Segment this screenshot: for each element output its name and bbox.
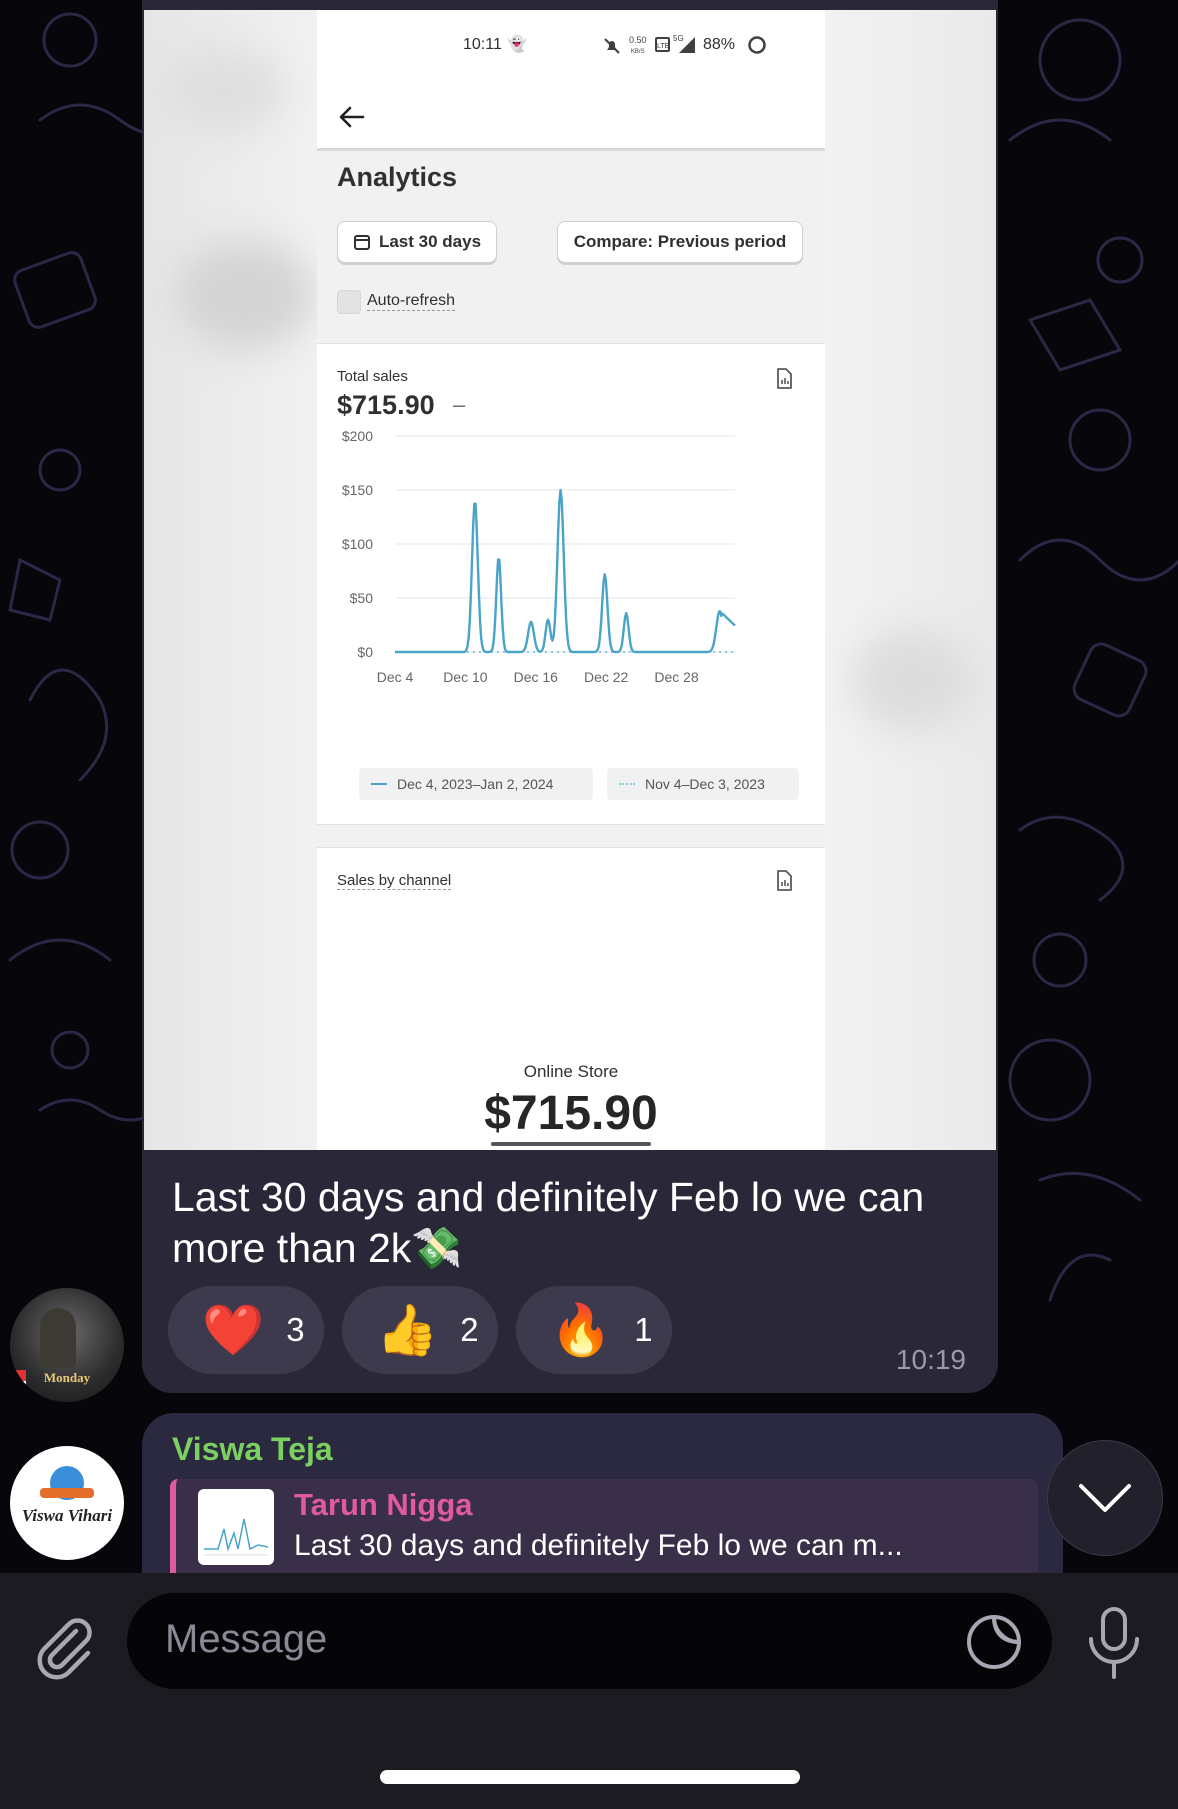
avatar-label: Monday [43,1370,91,1385]
avatar-figure [40,1308,76,1368]
sticker-icon[interactable] [965,1613,1023,1671]
message-composer: Message [0,1573,1178,1809]
image-blur-right [823,10,996,1150]
sales-by-channel-card: Sales by channel Online Store $715.90 [317,847,825,1150]
status-time: 10:11 [463,36,502,53]
caption-text: Last 30 days and definitely Feb lo we ca… [172,1174,925,1271]
quoted-thumbnail [198,1489,274,1565]
date-range-button[interactable]: Last 30 days [337,221,497,263]
scroll-down-button[interactable] [1047,1440,1163,1556]
compare-button[interactable]: Compare: Previous period [557,221,803,263]
legend-previous-label: Nov 4–Dec 3, 2023 [645,776,765,792]
page-title: Analytics [337,162,458,192]
y-tick-label: $0 [357,644,373,660]
snapchat-icon: 👻 [507,36,527,53]
vowifi-icon: LTE [655,37,670,52]
money-wings-emoji: 💸 [411,1225,463,1271]
home-indicator[interactable] [380,1770,800,1784]
legend-current: Dec 4, 2023–Jan 2, 2024 [359,768,593,800]
battery-percent: 88% [703,36,736,53]
message-placeholder: Message [165,1617,328,1661]
app-toolbar [317,86,825,151]
chevron-down-icon [1079,1484,1131,1512]
image-message-bubble[interactable]: 10:11 👻 0.50 KB/S LTE 5G 88% Analytics La… [142,0,998,1393]
status-bar: 10:11 👻 0.50 KB/S LTE 5G 88% [317,10,825,86]
reaction-count: 2 [460,1311,479,1348]
auto-refresh-checkbox[interactable] [337,290,361,314]
reply-message-bubble[interactable]: Viswa Teja Tarun Nigga Last 30 days and … [142,1413,1063,1573]
series-current-line [394,488,736,654]
x-tick-label: Dec 22 [584,669,629,685]
reaction-count: 1 [634,1311,653,1348]
legend-current-swatch [371,783,387,785]
reply-sender-name: Viswa Teja [172,1431,333,1467]
sender-avatar[interactable]: Monday [10,1288,124,1402]
x-tick-label: Dec 10 [443,669,488,685]
legend-current-label: Dec 4, 2023–Jan 2, 2024 [397,776,554,792]
total-sales-card: Total sales $715.90 – $200 $150 $100 $50 $0 D… [317,343,825,825]
viswa-teja-avatar[interactable]: Viswa Vihari [10,1446,124,1560]
quoted-text: Last 30 days and definitely Feb lo we ca… [294,1529,903,1562]
online-store-value: $715.90 [484,1087,658,1140]
message-input[interactable]: Message [127,1593,1052,1689]
signal-icon [679,37,695,53]
thumbs-up-icon: 👍 [376,1301,439,1358]
auto-refresh-label: Auto-refresh [367,292,456,311]
y-tick-label: $50 [350,590,374,606]
thumbnail-chart [204,1518,269,1556]
y-tick-label: $150 [342,482,373,498]
legend-previous: Nov 4–Dec 3, 2023 [607,768,799,800]
mic-icon[interactable] [1082,1605,1146,1681]
quoted-message[interactable]: Tarun Nigga Last 30 days and definitely … [170,1479,1038,1573]
export-icon[interactable] [775,870,793,892]
x-tick-label: Dec 16 [514,669,559,685]
avatar-flag [10,1370,26,1392]
attach-icon[interactable] [28,1611,98,1681]
total-sales-chart: $200 $150 $100 $50 $0Dec 4 Dec 10 Dec 16 Dec 22… [342,428,736,685]
legend-previous-swatch [619,783,635,785]
reaction-thumbs-up[interactable]: 👍 2 [342,1286,498,1374]
value-underline [491,1142,651,1146]
reaction-count: 3 [286,1311,305,1348]
sales-by-channel-label: Sales by channel [337,872,452,890]
reaction-fire[interactable]: 🔥 1 [516,1286,672,1374]
y-tick-label: $200 [342,428,373,444]
x-tick-label: Dec 28 [654,669,699,685]
battery-ring-icon [748,36,766,54]
heart-icon: ❤️ [202,1301,265,1358]
mute-icon [604,38,620,54]
online-store-label: Online Store [523,1062,619,1081]
avatar-brand-text: Viswa Vihari [21,1506,113,1525]
compare-label: Compare: Previous period [573,232,787,251]
net-speed: 0.50 KB/S [629,35,647,55]
fire-icon: 🔥 [550,1301,613,1358]
calendar-icon [353,235,370,250]
shared-screenshot-image[interactable]: 10:11 👻 0.50 KB/S LTE 5G 88% Analytics La… [144,10,996,1150]
date-range-label: Last 30 days [378,232,482,251]
phone-screenshot: 10:11 👻 0.50 KB/S LTE 5G 88% Analytics La… [317,10,825,1150]
back-arrow-icon[interactable] [337,102,367,132]
avatar-globe [40,1462,94,1502]
message-time: 10:19 [895,1344,966,1375]
reaction-heart[interactable]: ❤️ 3 [168,1286,324,1374]
y-tick-label: $100 [342,536,373,552]
quoted-sender-name: Tarun Nigga [294,1487,473,1522]
x-tick-label: Dec 4 [377,669,414,685]
image-blur-left [144,10,317,1150]
